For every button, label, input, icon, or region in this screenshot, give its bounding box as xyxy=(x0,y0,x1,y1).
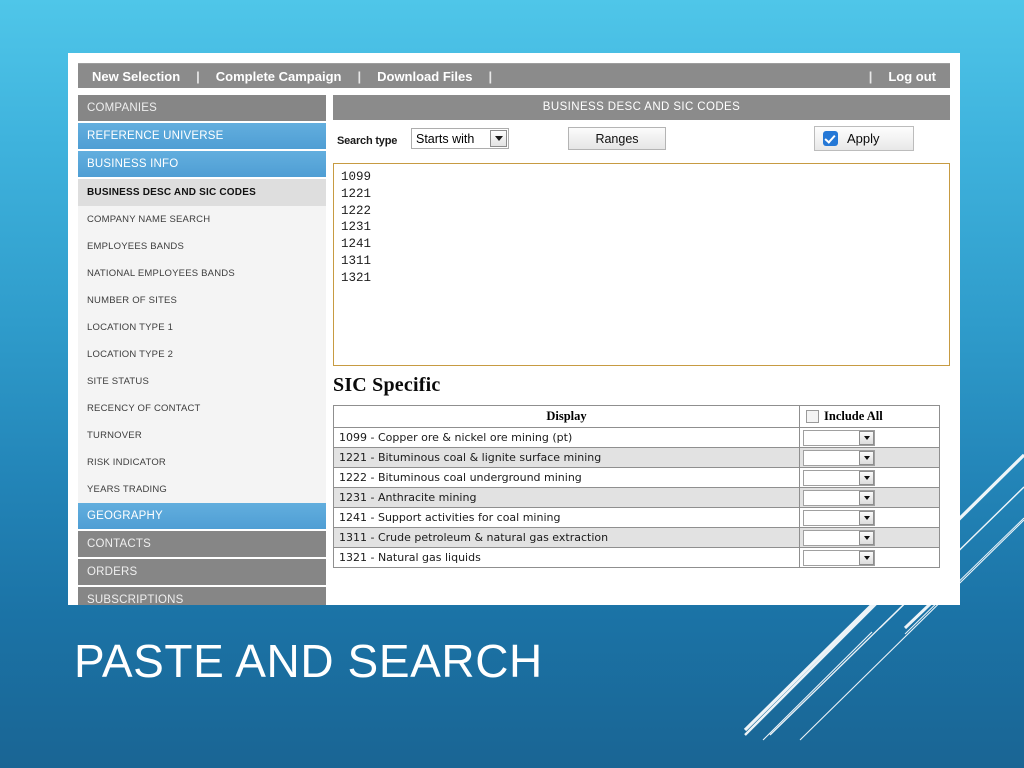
column-header-display: Display xyxy=(333,405,800,428)
sidebar-item-number-of-sites[interactable]: NUMBER OF SITES xyxy=(78,287,326,314)
sic-row-include-cell xyxy=(799,447,940,468)
column-header-include-all: Include All xyxy=(799,405,940,428)
nav-separator-2: | xyxy=(357,68,362,84)
sic-row-select[interactable] xyxy=(803,509,875,526)
sidebar-item-site-status[interactable]: SITE STATUS xyxy=(78,368,326,395)
table-row: 1321 - Natural gas liquids xyxy=(333,547,940,568)
sidebar-item-orders[interactable]: ORDERS xyxy=(78,559,326,585)
apply-label: Apply xyxy=(847,131,880,146)
sidebar-item-company-name-search[interactable]: COMPANY NAME SEARCH xyxy=(78,206,326,233)
chevron-down-icon[interactable] xyxy=(859,450,874,465)
table-row: 1221 - Bituminous coal & lignite surface… xyxy=(333,447,940,468)
sidebar-item-reference-universe[interactable]: REFERENCE UNIVERSE xyxy=(78,123,326,149)
nav-separator-3: | xyxy=(488,68,493,84)
sidebar-item-employees-bands[interactable]: EMPLOYEES BANDS xyxy=(78,233,326,260)
sic-row-select[interactable] xyxy=(803,469,875,486)
sidebar-item-location-type-2[interactable]: LOCATION TYPE 2 xyxy=(78,341,326,368)
chevron-down-icon[interactable] xyxy=(859,490,874,505)
apply-checkbox-checked-icon[interactable] xyxy=(823,131,838,146)
sidebar-item-recency-of-contact[interactable]: RECENCY OF CONTACT xyxy=(78,395,326,422)
table-row: 1231 - Anthracite mining xyxy=(333,487,940,508)
sic-row-include-cell xyxy=(799,467,940,488)
sidebar: COMPANIES REFERENCE UNIVERSE BUSINESS IN… xyxy=(78,95,326,605)
sic-row-display: 1241 - Support activities for coal minin… xyxy=(333,507,800,528)
table-row: 1099 - Copper ore & nickel ore mining (p… xyxy=(333,427,940,448)
paste-line: 1231 xyxy=(341,220,372,235)
nav-new-selection[interactable]: New Selection xyxy=(78,69,194,84)
sic-row-display: 1099 - Copper ore & nickel ore mining (p… xyxy=(333,427,800,448)
sic-row-display: 1221 - Bituminous coal & lignite surface… xyxy=(333,447,800,468)
paste-line: 1222 xyxy=(341,203,372,218)
nav-complete-campaign[interactable]: Complete Campaign xyxy=(202,69,356,84)
table-header-row: Display Include All xyxy=(333,405,940,428)
sic-row-select[interactable] xyxy=(803,449,875,466)
nav-log-out[interactable]: Log out xyxy=(874,69,950,84)
sic-row-display: 1231 - Anthracite mining xyxy=(333,487,800,508)
sic-row-include-cell xyxy=(799,527,940,548)
sic-row-display: 1321 - Natural gas liquids xyxy=(333,547,800,568)
sidebar-item-business-desc-and-sic-codes[interactable]: BUSINESS DESC AND SIC CODES xyxy=(78,179,326,206)
sic-row-display: 1311 - Crude petroleum & natural gas ext… xyxy=(333,527,800,548)
content-header-title: BUSINESS DESC AND SIC CODES xyxy=(333,95,950,120)
table-row: 1222 - Bituminous coal underground minin… xyxy=(333,467,940,488)
sidebar-item-location-type-1[interactable]: LOCATION TYPE 1 xyxy=(78,314,326,341)
paste-line: 1099 xyxy=(341,170,372,184)
table-row: 1311 - Crude petroleum & natural gas ext… xyxy=(333,527,940,548)
top-navigation-bar: New Selection | Complete Campaign | Down… xyxy=(78,63,950,88)
sidebar-item-subscriptions[interactable]: SUBSCRIPTIONS xyxy=(78,587,326,605)
chevron-down-icon[interactable] xyxy=(859,510,874,525)
sidebar-item-companies[interactable]: COMPANIES xyxy=(78,95,326,121)
apply-button[interactable]: Apply xyxy=(814,126,914,151)
chevron-down-icon[interactable] xyxy=(490,130,507,147)
table-row: 1241 - Support activities for coal minin… xyxy=(333,507,940,528)
sidebar-item-contacts[interactable]: CONTACTS xyxy=(78,531,326,557)
paste-line: 1221 xyxy=(341,186,372,201)
sidebar-item-geography[interactable]: GEOGRAPHY xyxy=(78,503,326,529)
search-type-select[interactable]: Starts with xyxy=(411,128,509,149)
nav-download-files[interactable]: Download Files xyxy=(363,69,486,84)
sic-row-include-cell xyxy=(799,487,940,508)
sic-codes-paste-textarea[interactable]: 1099 1221 1222 1231 1241 1311 1321 xyxy=(333,163,950,366)
sidebar-item-turnover[interactable]: TURNOVER xyxy=(78,422,326,449)
search-toolbar: Search type Starts with Ranges Apply xyxy=(333,120,950,163)
content-area: BUSINESS DESC AND SIC CODES Search type … xyxy=(333,95,950,568)
sidebar-item-business-info[interactable]: BUSINESS INFO xyxy=(78,151,326,177)
sidebar-item-years-trading[interactable]: YEARS TRADING xyxy=(78,476,326,503)
slide-canvas: PASTE AND SEARCH New Selection | Complet… xyxy=(0,0,1024,768)
application-screenshot-panel: New Selection | Complete Campaign | Down… xyxy=(68,53,960,605)
sic-row-include-cell xyxy=(799,547,940,568)
nav-separator-4: | xyxy=(868,68,873,84)
ranges-button[interactable]: Ranges xyxy=(568,127,666,150)
sic-row-select[interactable] xyxy=(803,529,875,546)
include-all-label: Include All xyxy=(824,409,883,423)
paste-line: 1321 xyxy=(341,270,372,285)
chevron-down-icon[interactable] xyxy=(859,530,874,545)
include-all-checkbox[interactable] xyxy=(806,410,819,423)
paste-line: 1311 xyxy=(341,253,372,268)
chevron-down-icon[interactable] xyxy=(859,470,874,485)
sic-row-select[interactable] xyxy=(803,549,875,566)
sic-row-select[interactable] xyxy=(803,489,875,506)
search-type-value: Starts with xyxy=(416,131,475,146)
chevron-down-icon[interactable] xyxy=(859,550,874,565)
sidebar-item-national-employees-bands[interactable]: NATIONAL EMPLOYEES BANDS xyxy=(78,260,326,287)
sic-specific-heading: SIC Specific xyxy=(333,374,441,396)
sidebar-item-risk-indicator[interactable]: RISK INDICATOR xyxy=(78,449,326,476)
nav-separator-1: | xyxy=(196,68,200,84)
page-title: PASTE AND SEARCH xyxy=(74,635,543,687)
paste-line: 1241 xyxy=(341,237,372,252)
sic-row-include-cell xyxy=(799,507,940,528)
sic-row-include-cell xyxy=(799,427,940,448)
sic-row-display: 1222 - Bituminous coal underground minin… xyxy=(333,467,800,488)
sic-row-select[interactable] xyxy=(803,429,875,446)
chevron-down-icon[interactable] xyxy=(859,430,874,445)
sic-specific-table: Display Include All 1099 - Copper ore & … xyxy=(333,405,940,568)
search-type-label: Search type xyxy=(337,135,398,147)
